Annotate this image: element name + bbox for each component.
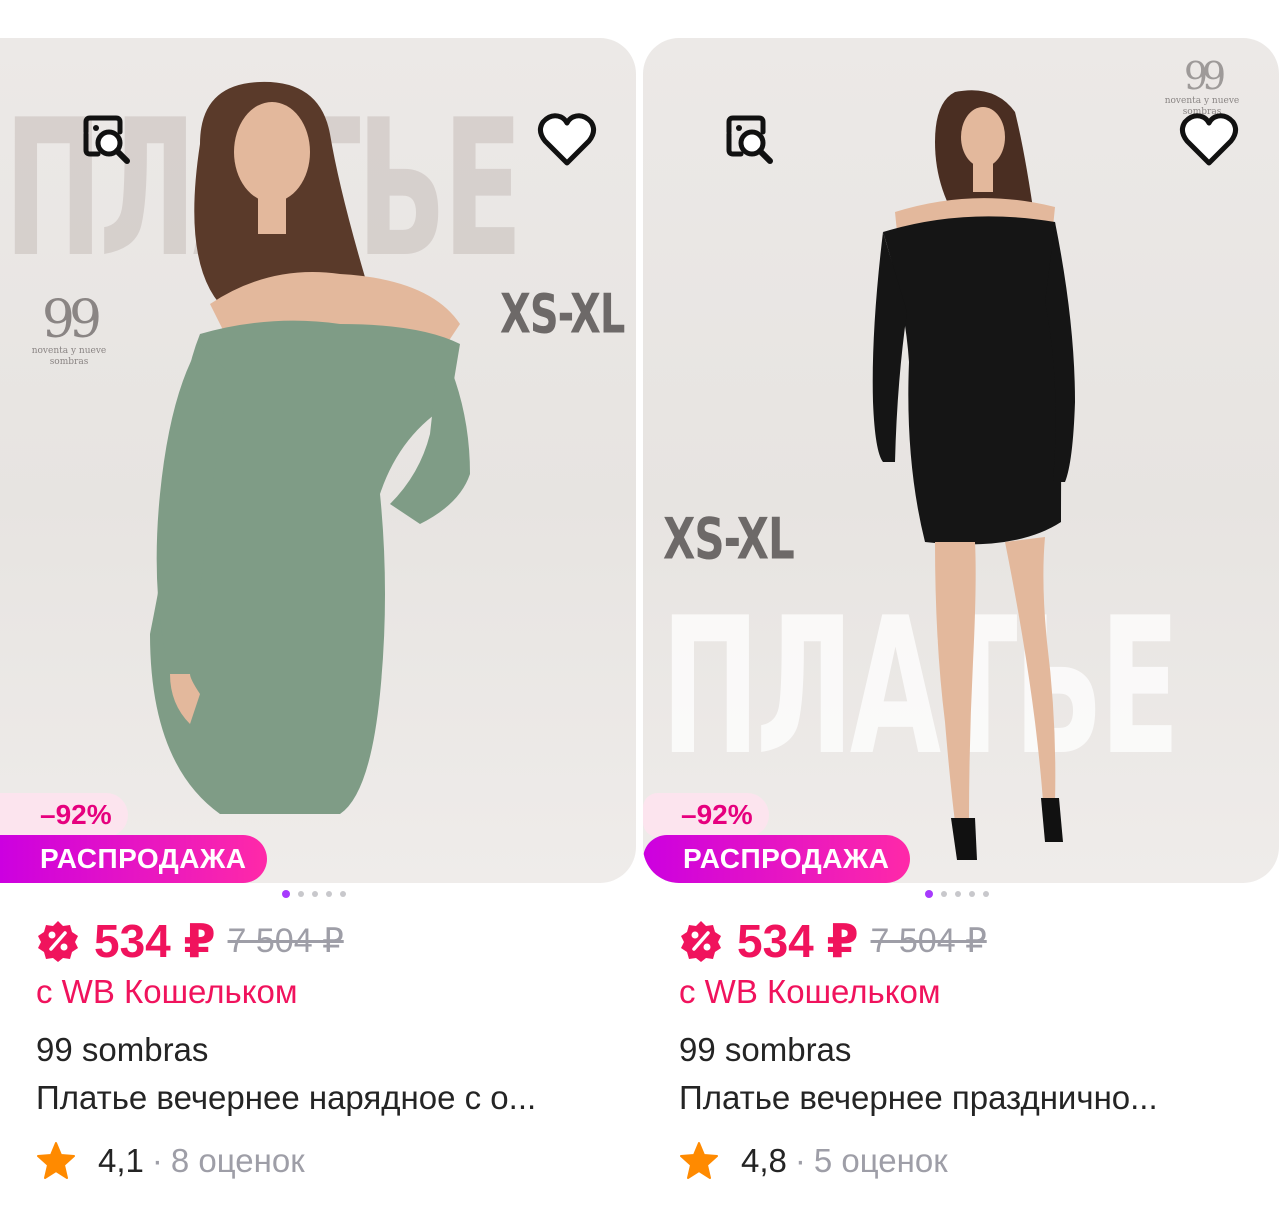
product-photo[interactable]: ПЛАТЬЕ XS-XL 99 noventa y nueve sombras (0, 38, 636, 883)
gallery-dot (282, 890, 290, 898)
model-figure (872, 90, 1075, 860)
discount-badge: –92% (0, 793, 128, 837)
rating-separator: · (794, 1142, 806, 1179)
gallery-dot (983, 891, 989, 897)
product-card[interactable]: ПЛАТЬЕ XS-XL 99 noventa y nueve sombras (643, 38, 1279, 1181)
gallery-dot (326, 891, 332, 897)
percent-badge-icon (681, 921, 721, 962)
reviews-count[interactable]: 8 оценок (171, 1142, 305, 1180)
price-row: 534 ₽ 7 504 ₽ (679, 913, 1279, 969)
star-icon (37, 1142, 75, 1179)
image-search-icon (83, 115, 130, 164)
sale-badge: РАСПРОДАЖА (643, 835, 910, 883)
wallet-note: с WB Кошельком (36, 973, 298, 1010)
old-price: 7 504 ₽ (227, 922, 344, 960)
price: 534 ₽ (94, 915, 216, 967)
similar-search-button[interactable] (717, 108, 779, 170)
gallery-dot (955, 891, 961, 897)
heart-icon (1179, 113, 1239, 166)
favorite-button[interactable] (536, 108, 598, 170)
photo-size-range: XS-XL (500, 284, 625, 347)
sale-badge: РАСПРОДАЖА (0, 835, 267, 883)
similar-search-button[interactable] (74, 108, 136, 170)
star-icon (680, 1142, 718, 1179)
wallet-note: с WB Кошельком (679, 973, 941, 1010)
gallery-dots (282, 889, 636, 899)
rating-value: 4,8 (741, 1142, 787, 1179)
image-search-icon (726, 115, 773, 164)
product-card[interactable]: ПЛАТЬЕ XS-XL 99 noventa y nueve sombras (0, 38, 636, 1181)
product-title[interactable]: Платье вечернее празднично... (679, 1079, 1259, 1117)
favorite-button[interactable] (1178, 108, 1240, 170)
product-photo[interactable]: ПЛАТЬЕ XS-XL 99 noventa y nueve sombras (643, 38, 1279, 883)
old-price: 7 504 ₽ (870, 922, 987, 960)
heart-icon (537, 113, 597, 166)
rating-value: 4,1 (98, 1142, 144, 1179)
brand-logo: 99 noventa y nueve sombras (31, 290, 107, 367)
brand-name[interactable]: 99 sombras (679, 1031, 1279, 1069)
gallery-dot (925, 890, 933, 898)
photo-size-range: XS-XL (663, 506, 795, 573)
brand-name[interactable]: 99 sombras (36, 1031, 636, 1069)
rating-row: 4,1 · 8 оценок (36, 1141, 636, 1181)
product-grid: ПЛАТЬЕ XS-XL 99 noventa y nueve sombras (0, 0, 1280, 1210)
product-title[interactable]: Платье вечернее нарядное с о... (36, 1079, 616, 1117)
gallery-dots (925, 889, 1279, 899)
gallery-dot (298, 891, 304, 897)
model-figure (150, 81, 470, 814)
percent-badge-icon (38, 921, 78, 962)
gallery-dot (969, 891, 975, 897)
discount-badge: –92% (643, 793, 769, 837)
gallery-dot (340, 891, 346, 897)
gallery-dot (312, 891, 318, 897)
reviews-count[interactable]: 5 оценок (814, 1142, 948, 1180)
price: 534 ₽ (737, 915, 859, 967)
price-row: 534 ₽ 7 504 ₽ (36, 913, 636, 969)
rating-separator: · (151, 1142, 163, 1179)
rating-row: 4,8 · 5 оценок (679, 1141, 1279, 1181)
gallery-dot (941, 891, 947, 897)
